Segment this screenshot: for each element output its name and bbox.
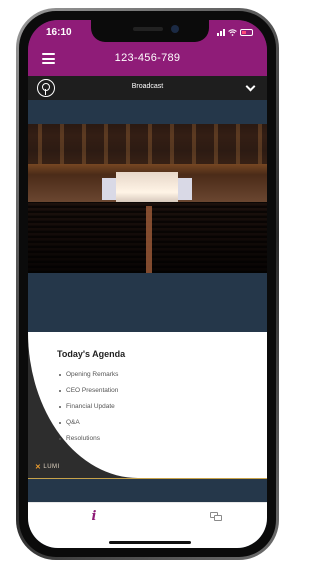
broadcast-video[interactable] — [28, 124, 267, 273]
chat-icon[interactable] — [210, 512, 222, 522]
broadcast-bar[interactable]: Broadcast — [28, 76, 267, 100]
signal-icon — [217, 28, 225, 36]
broadcast-title: Broadcast — [131, 83, 164, 90]
lumi-logo: ✕ LUMI — [35, 463, 60, 471]
video-ceiling — [28, 124, 267, 164]
home-indicator[interactable] — [109, 541, 191, 544]
status-time: 16:10 — [46, 27, 72, 38]
agenda-slide: Today's Agenda Opening Remarks CEO Prese… — [28, 332, 267, 478]
agenda-item: Resolutions — [59, 431, 118, 447]
agenda-item: CEO Presentation — [59, 383, 118, 399]
video-left-screen — [102, 178, 116, 200]
speaker-grille — [133, 27, 163, 31]
front-camera — [171, 25, 179, 33]
battery-icon — [240, 28, 253, 36]
agenda-title: Today's Agenda — [57, 349, 126, 359]
wifi-icon — [228, 28, 237, 36]
phone-bezel: 16:10 123-456-789 Broadcast Today's Agen… — [19, 11, 276, 557]
status-indicators — [217, 28, 253, 36]
slide-divider — [28, 478, 267, 479]
app-screen: 16:10 123-456-789 Broadcast Today's Agen… — [28, 20, 267, 548]
info-icon[interactable]: i — [84, 509, 104, 529]
bottom-tab-bar: i — [28, 502, 267, 548]
agenda-item: Opening Remarks — [59, 367, 118, 383]
agenda-item: Q&A — [59, 415, 118, 431]
lumi-logo-text: LUMI — [43, 464, 60, 470]
phone-frame: 16:10 123-456-789 Broadcast Today's Agen… — [16, 8, 279, 560]
meeting-id: 123-456-789 — [114, 52, 181, 64]
video-aisle — [146, 206, 152, 273]
video-right-screen — [178, 178, 192, 200]
app-header: 16:10 123-456-789 — [28, 20, 267, 76]
video-stage — [116, 172, 178, 206]
agenda-list: Opening Remarks CEO Presentation Financi… — [59, 367, 118, 447]
lumi-x-icon: ✕ — [35, 464, 42, 471]
device-notch — [91, 20, 209, 42]
agenda-item: Financial Update — [59, 399, 118, 415]
